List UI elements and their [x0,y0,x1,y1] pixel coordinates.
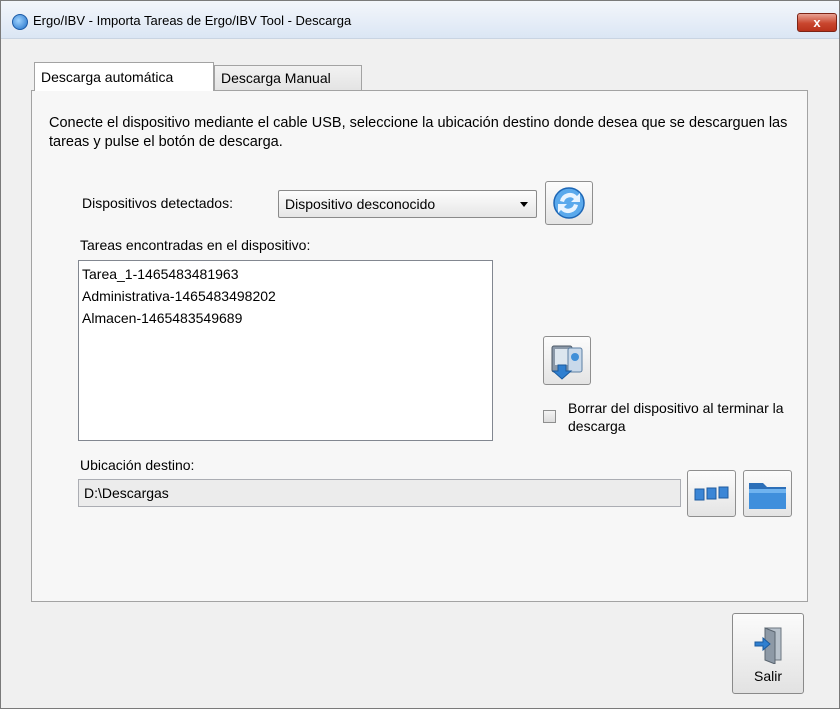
dots-icon [694,486,729,501]
exit-label: Salir [753,668,782,684]
browse-button[interactable] [687,470,736,517]
device-select[interactable]: Dispositivo desconocido [278,190,537,218]
destination-path-field[interactable]: D:\Descargas [78,479,681,507]
download-device-icon [551,345,583,380]
list-item[interactable]: Tarea_1-1465483481963 [82,263,489,285]
list-item[interactable]: Almacen-1465483549689 [82,307,489,329]
close-button[interactable]: x [797,13,837,32]
app-window: Ergo/IBV - Importa Tareas de Ergo/IBV To… [0,0,840,709]
refresh-icon [553,187,585,219]
delete-after-download-checkbox[interactable] [543,410,556,423]
tasks-listbox[interactable]: Tarea_1-1465483481963 Administrativa-146… [78,260,493,441]
chevron-down-icon [520,202,528,207]
list-item[interactable]: Administrativa-1465483498202 [82,285,489,307]
app-logo-icon [12,14,28,30]
delete-after-download-label: Borrar del dispositivo al terminar la de… [568,400,784,434]
tab-descarga-manual[interactable]: Descarga Manual [214,65,362,91]
refresh-devices-button[interactable] [545,181,593,225]
tab-descarga-automatica[interactable]: Descarga automática [34,62,214,91]
exit-button[interactable]: Salir [732,613,804,694]
tasks-label: Tareas encontradas en el dispositivo: [80,237,311,253]
window-title: Ergo/IBV - Importa Tareas de Ergo/IBV To… [33,13,352,28]
folder-icon [749,483,786,509]
title-bar[interactable]: Ergo/IBV - Importa Tareas de Ergo/IBV To… [1,1,839,39]
devices-label: Dispositivos detectados: [82,195,233,211]
open-folder-button[interactable] [743,470,792,517]
device-select-value: Dispositivo desconocido [285,196,436,212]
destination-label: Ubicación destino: [80,457,195,473]
download-button[interactable] [543,336,591,385]
instructions-text: Conecte el dispositivo mediante el cable… [49,115,788,150]
exit-door-icon [754,627,782,664]
